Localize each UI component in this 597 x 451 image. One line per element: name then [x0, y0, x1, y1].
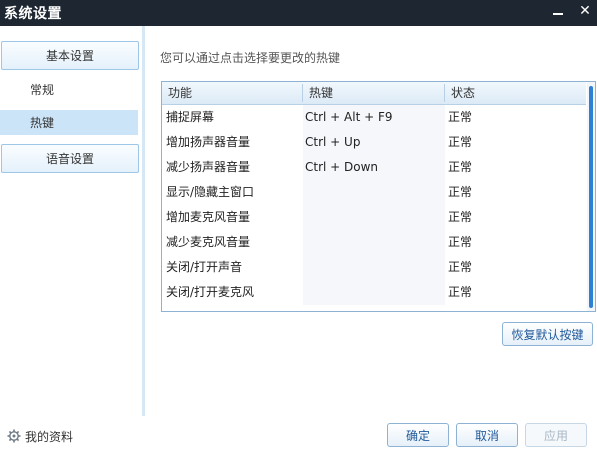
table-scrollbar[interactable]: [587, 82, 595, 311]
cell-hotkey[interactable]: [303, 255, 445, 280]
table-row[interactable]: 捕捉屏幕 Ctrl + Alt + F9 正常: [162, 105, 586, 130]
cell-hotkey[interactable]: Ctrl + Alt + F9: [303, 105, 445, 130]
cell-function: 增加麦克风音量: [166, 210, 251, 224]
ok-button[interactable]: 确定: [387, 423, 449, 447]
cell-status: 正常: [448, 160, 473, 174]
cell-function: 减少麦克风音量: [166, 235, 251, 249]
cell-hotkey[interactable]: Ctrl + Up: [303, 130, 445, 155]
cell-status: 正常: [448, 185, 473, 199]
cell-function: 增加扬声器音量: [166, 135, 251, 149]
cell-status: 正常: [448, 210, 473, 224]
table-row[interactable]: 减少麦克风音量 正常: [162, 230, 586, 255]
sidebar-category-label: 语音设置: [45, 152, 94, 166]
column-header-status[interactable]: 状态: [451, 82, 475, 104]
minimize-icon: [553, 13, 563, 15]
table-row[interactable]: 增加扬声器音量 Ctrl + Up 正常: [162, 130, 586, 155]
cell-status: 正常: [448, 135, 473, 149]
sidebar: 基本设置 常规 热键 语音设置: [0, 26, 142, 416]
ok-label: 确定: [405, 428, 430, 443]
cell-function: 关闭/打开麦克风: [166, 285, 255, 299]
sidebar-item-hotkeys[interactable]: 热键: [0, 110, 138, 135]
hint-text: 您可以通过点击选择要更改的热键: [160, 51, 341, 65]
scrollbar-thumb[interactable]: [589, 86, 593, 308]
sidebar-category-basic[interactable]: 基本设置: [1, 41, 139, 70]
sidebar-item-label: 常规: [30, 83, 55, 97]
sidebar-divider: [142, 26, 145, 416]
my-profile-label: 我的资料: [25, 429, 74, 444]
cell-hotkey[interactable]: Ctrl + Down: [303, 155, 445, 180]
cell-function: 关闭/打开声音: [166, 260, 243, 274]
apply-label: 应用: [543, 428, 568, 443]
close-button[interactable]: ✕: [572, 0, 597, 22]
minimize-button[interactable]: [545, 0, 571, 22]
window-title: 系统设置: [4, 6, 62, 22]
column-divider: [302, 84, 303, 102]
sidebar-item-general[interactable]: 常规: [0, 77, 138, 102]
restore-default-button[interactable]: 恢复默认按键: [502, 322, 593, 346]
cell-status: 正常: [448, 285, 473, 299]
table-row[interactable]: 关闭/打开声音 正常: [162, 255, 586, 280]
close-icon: ✕: [579, 3, 591, 19]
sidebar-item-label: 热键: [30, 116, 55, 130]
cell-status: 正常: [448, 260, 473, 274]
restore-default-label: 恢复默认按键: [511, 327, 584, 342]
cell-hotkey[interactable]: [303, 230, 445, 255]
table-row[interactable]: 关闭/打开麦克风 正常: [162, 280, 586, 305]
gear-icon: [7, 429, 21, 443]
cell-hotkey[interactable]: [303, 280, 445, 305]
column-divider: [444, 84, 445, 102]
cell-hotkey[interactable]: [303, 180, 445, 205]
cell-hotkey[interactable]: [303, 205, 445, 230]
cell-status: 正常: [448, 110, 473, 124]
cell-status: 正常: [448, 235, 473, 249]
cell-function: 捕捉屏幕: [166, 110, 215, 124]
column-header-hotkey[interactable]: 热键: [309, 82, 333, 104]
table-row[interactable]: 显示/隐藏主窗口 正常: [162, 180, 586, 205]
apply-button[interactable]: 应用: [525, 423, 587, 447]
sidebar-category-voice[interactable]: 语音设置: [1, 144, 139, 173]
my-profile-link[interactable]: 我的资料: [7, 427, 73, 445]
table-row[interactable]: 减少扬声器音量 Ctrl + Down 正常: [162, 155, 586, 180]
cancel-button[interactable]: 取消: [456, 423, 518, 447]
sidebar-category-label: 基本设置: [45, 49, 94, 63]
cell-function: 减少扬声器音量: [166, 160, 251, 174]
title-bar: 系统设置 ✕: [0, 0, 597, 26]
cancel-label: 取消: [474, 428, 499, 443]
hotkey-table: 功能 热键 状态 捕捉屏幕 Ctrl + Alt + F9 正常 增加扬声器音量…: [161, 81, 596, 312]
column-header-function[interactable]: 功能: [168, 82, 192, 104]
table-header: 功能 热键 状态: [162, 82, 586, 105]
cell-function: 显示/隐藏主窗口: [166, 185, 255, 199]
table-row[interactable]: 增加麦克风音量 正常: [162, 205, 586, 230]
